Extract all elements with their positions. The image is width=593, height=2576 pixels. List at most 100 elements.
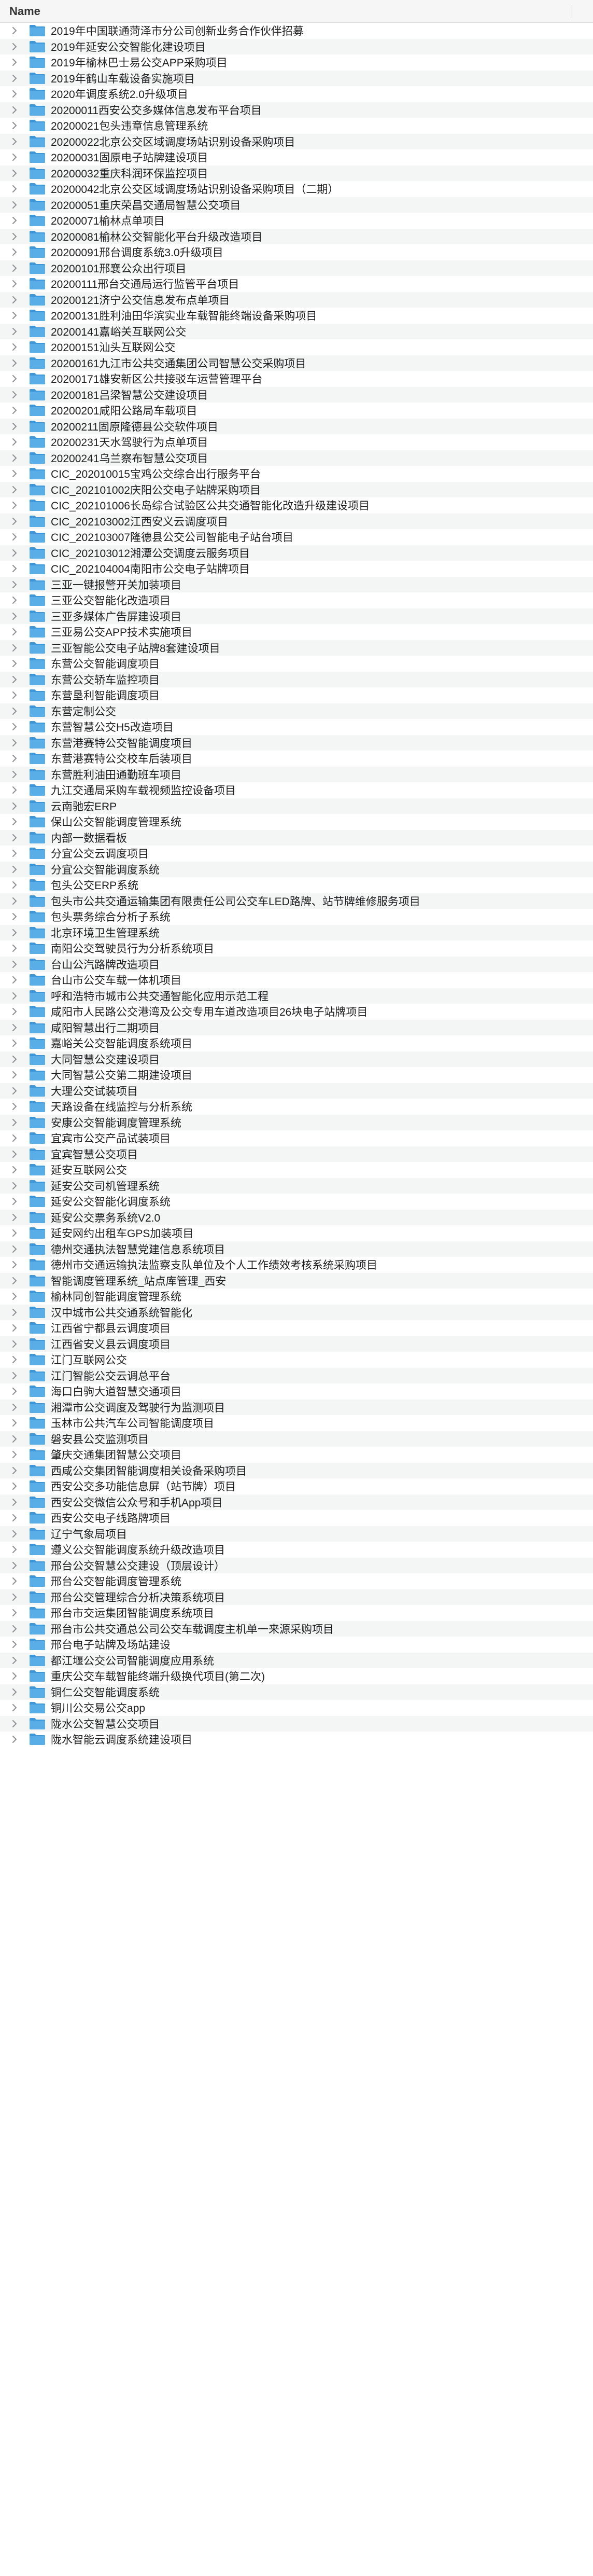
chevron-right-icon[interactable]: [0, 1166, 29, 1174]
chevron-right-icon[interactable]: [0, 43, 29, 50]
folder-row[interactable]: 20200031固原电子站牌建设项目: [0, 149, 593, 165]
chevron-right-icon[interactable]: [0, 1277, 29, 1284]
chevron-right-icon[interactable]: [0, 1055, 29, 1063]
folder-row[interactable]: CIC_202103002江西安义云调度项目: [0, 513, 593, 529]
folder-row[interactable]: 咸阳智慧出行二期项目: [0, 1019, 593, 1035]
chevron-right-icon[interactable]: [0, 897, 29, 905]
chevron-right-icon[interactable]: [0, 1245, 29, 1253]
chevron-right-icon[interactable]: [0, 1720, 29, 1727]
chevron-right-icon[interactable]: [0, 122, 29, 130]
folder-row[interactable]: 宜宾市公交产品试装项目: [0, 1130, 593, 1146]
chevron-right-icon[interactable]: [0, 533, 29, 541]
folder-row[interactable]: 20200201咸阳公路局车载项目: [0, 403, 593, 419]
chevron-right-icon[interactable]: [0, 1625, 29, 1632]
folder-row[interactable]: 都江堰公交公司智能调度应用系统: [0, 1652, 593, 1668]
folder-row[interactable]: 延安公交智能化调度系统: [0, 1194, 593, 1210]
folder-row[interactable]: 20200151汕头互联网公交: [0, 339, 593, 355]
folder-row[interactable]: 20200161九江市公共交通集团公司智慧公交采购项目: [0, 355, 593, 371]
chevron-right-icon[interactable]: [0, 312, 29, 320]
folder-row[interactable]: 东营智慧公交H5改造项目: [0, 719, 593, 735]
chevron-right-icon[interactable]: [0, 834, 29, 841]
folder-row[interactable]: 邢台市交运集团智能调度系统项目: [0, 1605, 593, 1621]
chevron-right-icon[interactable]: [0, 1435, 29, 1443]
folder-row[interactable]: 东营港赛特公交智能调度项目: [0, 735, 593, 751]
folder-row[interactable]: 榆林同创智能调度管理系统: [0, 1289, 593, 1305]
folder-row[interactable]: 西安公交多功能信息屏（站节牌）项目: [0, 1478, 593, 1494]
chevron-right-icon[interactable]: [0, 1213, 29, 1221]
folder-row[interactable]: 分宜公交智能调度系统: [0, 861, 593, 877]
chevron-right-icon[interactable]: [0, 154, 29, 161]
chevron-right-icon[interactable]: [0, 1514, 29, 1522]
folder-row[interactable]: 三亚易公交APP技术实施项目: [0, 624, 593, 640]
chevron-right-icon[interactable]: [0, 1118, 29, 1126]
chevron-right-icon[interactable]: [0, 1403, 29, 1411]
folder-row[interactable]: 20200211固原隆德县公交软件项目: [0, 418, 593, 434]
folder-row[interactable]: 东营港赛特公交校车后装项目: [0, 751, 593, 767]
chevron-right-icon[interactable]: [0, 1466, 29, 1474]
folder-row[interactable]: 2020年调度系统2.0升级项目: [0, 86, 593, 102]
folder-row[interactable]: 智能调度管理系统_站点库管理_西安: [0, 1272, 593, 1289]
folder-row[interactable]: 20200141嘉峪关互联网公交: [0, 323, 593, 339]
chevron-right-icon[interactable]: [0, 707, 29, 715]
chevron-right-icon[interactable]: [0, 1704, 29, 1712]
chevron-right-icon[interactable]: [0, 628, 29, 636]
folder-row[interactable]: 玉林市公共汽车公司智能调度项目: [0, 1415, 593, 1431]
folder-row[interactable]: CIC_202101002庆阳公交电子站牌采购项目: [0, 481, 593, 497]
folder-row[interactable]: 20200111邢台交通局运行监管平台项目: [0, 276, 593, 292]
folder-row[interactable]: 邢台公交管理综合分析决策系统项目: [0, 1589, 593, 1605]
folder-row[interactable]: 20200081榆林公交智能化平台升级改造项目: [0, 228, 593, 244]
folder-row[interactable]: 江门互联网公交: [0, 1352, 593, 1368]
folder-row[interactable]: 遵义公交智能调度系统升级改造项目: [0, 1542, 593, 1558]
folder-row[interactable]: 20200131胜利油田华滨实业车载智能终端设备采购项目: [0, 308, 593, 324]
folder-row[interactable]: 宜宾智慧公交项目: [0, 1146, 593, 1162]
chevron-right-icon[interactable]: [0, 1656, 29, 1664]
folder-row[interactable]: 延安公交票务系统V2.0: [0, 1209, 593, 1225]
folder-row[interactable]: 邢台公交智慧公交建设（顶层设计）: [0, 1557, 593, 1573]
folder-row[interactable]: 20200121济宁公交信息发布点单项目: [0, 292, 593, 308]
chevron-right-icon[interactable]: [0, 580, 29, 588]
folder-row[interactable]: 南阳公交驾驶员行为分析系统项目: [0, 940, 593, 957]
folder-row[interactable]: 邢台市公共交通总公司公交车载调度主机单一来源采购项目: [0, 1621, 593, 1637]
folder-row[interactable]: 延安公交司机管理系统: [0, 1178, 593, 1194]
chevron-right-icon[interactable]: [0, 992, 29, 1000]
chevron-right-icon[interactable]: [0, 1483, 29, 1490]
folder-row[interactable]: 东营胜利油田通勤班车项目: [0, 766, 593, 782]
folder-row[interactable]: 包头公交ERP系统: [0, 877, 593, 893]
chevron-right-icon[interactable]: [0, 739, 29, 746]
folder-row[interactable]: 东营公交智能调度项目: [0, 656, 593, 672]
chevron-right-icon[interactable]: [0, 1087, 29, 1095]
chevron-right-icon[interactable]: [0, 913, 29, 921]
chevron-right-icon[interactable]: [0, 1293, 29, 1300]
chevron-right-icon[interactable]: [0, 1498, 29, 1506]
folder-row[interactable]: 汉中城市公共交通系统智能化: [0, 1304, 593, 1320]
chevron-right-icon[interactable]: [0, 755, 29, 763]
chevron-right-icon[interactable]: [0, 644, 29, 652]
folder-row[interactable]: 铜仁公交智能调度系统: [0, 1684, 593, 1700]
chevron-right-icon[interactable]: [0, 59, 29, 66]
folder-row[interactable]: 20200241乌兰察布智慧公交项目: [0, 450, 593, 466]
chevron-right-icon[interactable]: [0, 1071, 29, 1079]
folder-row[interactable]: 内部一数据看板: [0, 829, 593, 846]
chevron-right-icon[interactable]: [0, 1561, 29, 1569]
chevron-right-icon[interactable]: [0, 1356, 29, 1364]
folder-row[interactable]: 20200032重庆科润环保监控项目: [0, 165, 593, 181]
folder-row[interactable]: 九江交通局采购车载视频监控设备项目: [0, 782, 593, 798]
folder-row[interactable]: 20200181吕梁智慧公交建设项目: [0, 386, 593, 403]
chevron-right-icon[interactable]: [0, 1419, 29, 1427]
chevron-right-icon[interactable]: [0, 359, 29, 367]
chevron-right-icon[interactable]: [0, 169, 29, 177]
folder-row[interactable]: 2019年榆林巴士易公交APP采购项目: [0, 54, 593, 71]
folder-row[interactable]: 江西省安义县云调度项目: [0, 1336, 593, 1352]
folder-row[interactable]: 江门智能公交云调总平台: [0, 1367, 593, 1383]
chevron-right-icon[interactable]: [0, 1198, 29, 1206]
folder-row[interactable]: 湘潭市公交调度及驾驶行为监测项目: [0, 1399, 593, 1415]
folder-row[interactable]: 20200042北京公交区域调度场站识别设备采购项目（二期）: [0, 181, 593, 197]
folder-row[interactable]: 大同智慧公交第二期建设项目: [0, 1067, 593, 1083]
folder-row[interactable]: 西安公交微信公众号和手机App项目: [0, 1494, 593, 1510]
folder-row[interactable]: 20200071榆林点单项目: [0, 213, 593, 229]
chevron-right-icon[interactable]: [0, 802, 29, 810]
folder-row[interactable]: 江西省宁都县云调度项目: [0, 1320, 593, 1336]
chevron-right-icon[interactable]: [0, 375, 29, 383]
chevron-right-icon[interactable]: [0, 881, 29, 889]
folder-row[interactable]: 20200011西安公交多媒体信息发布平台项目: [0, 102, 593, 118]
